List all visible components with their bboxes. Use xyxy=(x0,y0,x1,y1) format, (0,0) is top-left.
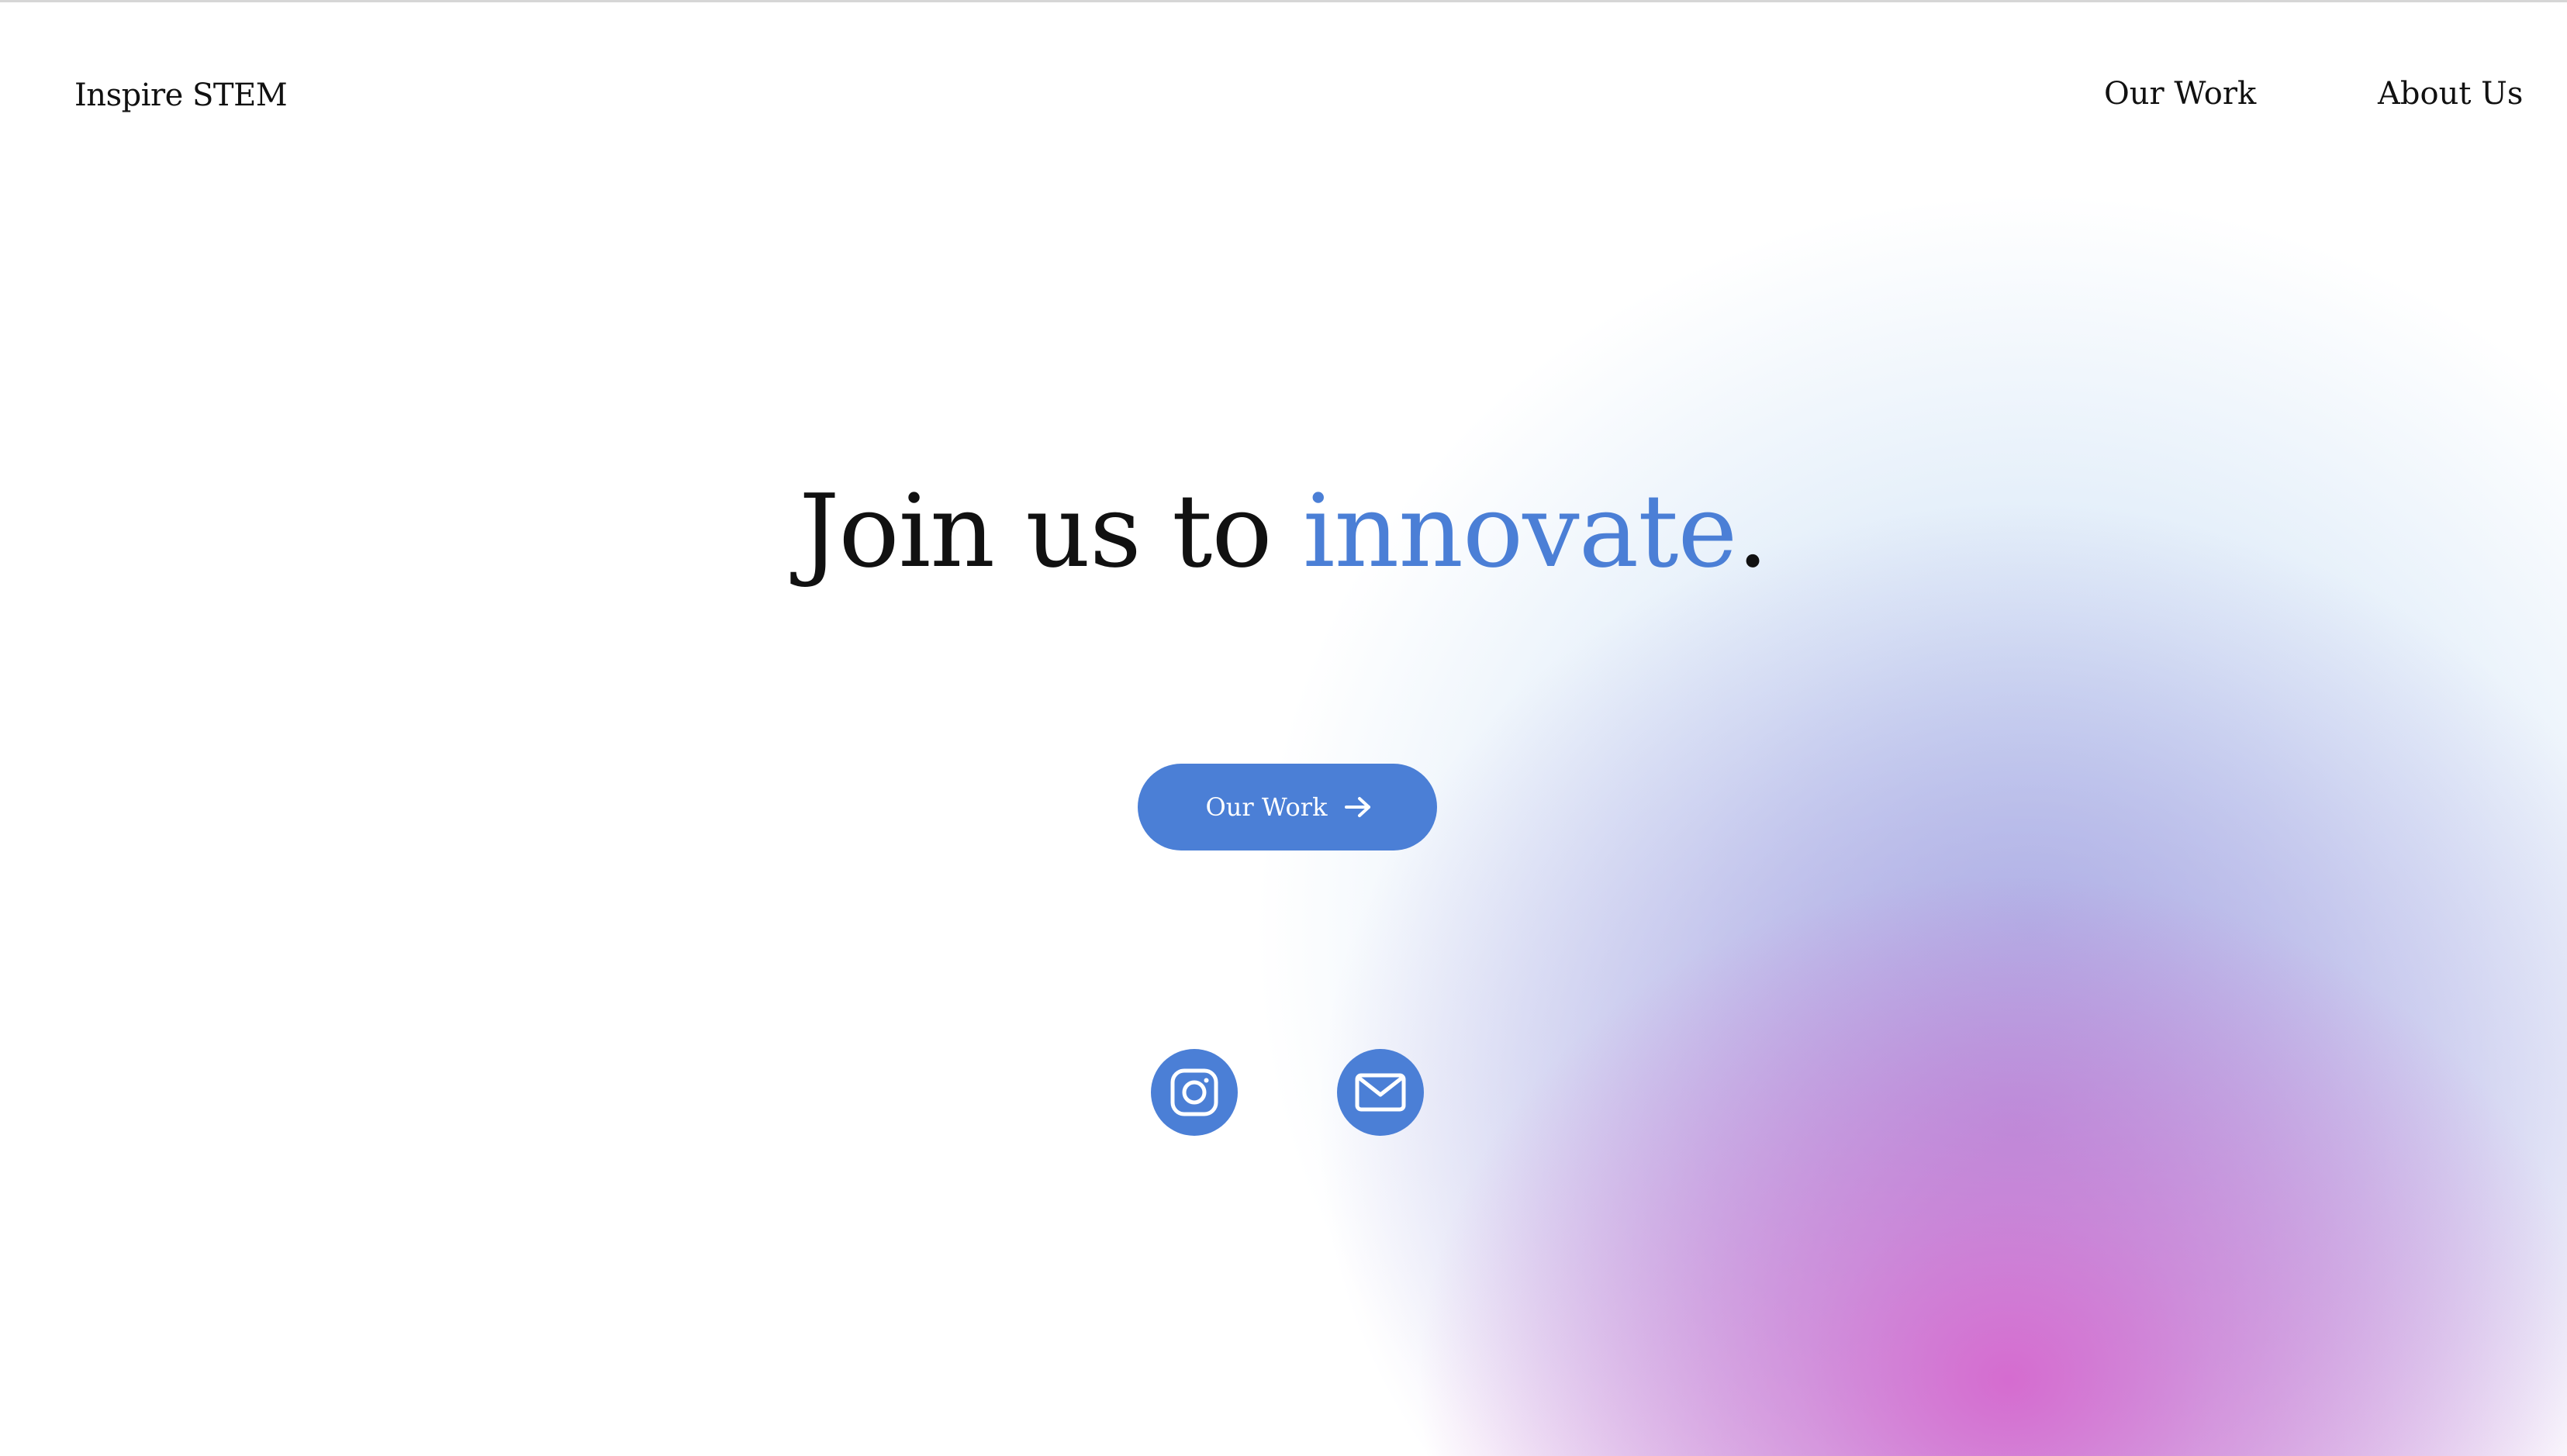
headline-accent: innovate xyxy=(1302,472,1737,590)
nav-our-work[interactable]: Our Work xyxy=(2104,76,2256,112)
instagram-button[interactable] xyxy=(1151,1049,1238,1136)
headline-end: . xyxy=(1736,472,1768,590)
nav-about-us[interactable]: About Us xyxy=(2378,76,2523,112)
gradient-background xyxy=(0,0,2567,1456)
top-border xyxy=(0,0,2567,2)
brand-logo[interactable]: Inspire STEM xyxy=(74,78,288,113)
headline-main: Join us to xyxy=(799,472,1303,590)
arrow-right-icon xyxy=(1344,795,1372,819)
mail-icon xyxy=(1355,1073,1406,1112)
email-button[interactable] xyxy=(1337,1049,1424,1136)
hero-headline: Join us to innovate. xyxy=(0,481,2567,581)
our-work-button[interactable]: Our Work xyxy=(1138,764,1437,850)
instagram-icon xyxy=(1169,1067,1220,1118)
our-work-button-label: Our Work xyxy=(1205,792,1328,822)
